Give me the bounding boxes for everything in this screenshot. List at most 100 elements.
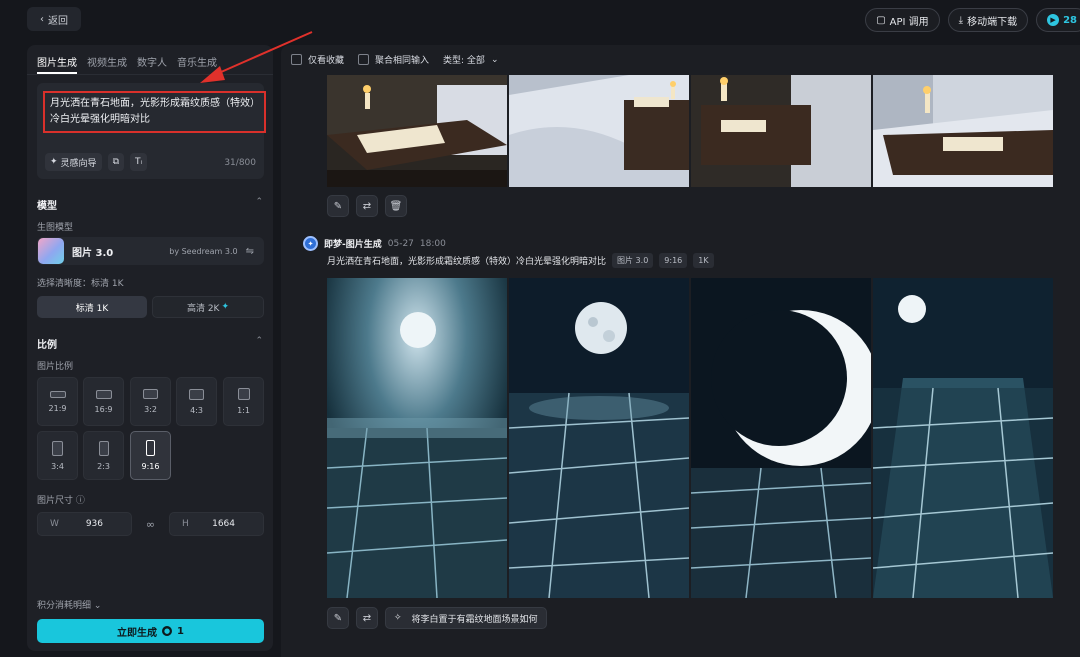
inspire-label: 灵感向导: [60, 158, 97, 169]
width-key: W: [50, 519, 59, 529]
type-filter[interactable]: 类型: 全部 ⌄: [443, 53, 498, 67]
height-key: H: [182, 519, 189, 529]
tab-digital-human[interactable]: 数字人: [137, 54, 167, 74]
result-image[interactable]: [873, 75, 1053, 187]
resolution-2k-label: 高清 2K: [186, 303, 220, 314]
ratio-label: 1:1: [237, 406, 250, 415]
result-image[interactable]: [327, 278, 507, 598]
ratio-shape-icon: [52, 440, 63, 456]
tab-video[interactable]: 视频生成: [87, 54, 127, 74]
delete-icon[interactable]: 🗑: [385, 195, 407, 217]
generation-panel: 图片生成 视频生成 数字人 音乐生成 月光洒在青石地面，光影形成霜纹质感（特效）…: [27, 45, 273, 651]
sparkle-icon: ✦: [50, 157, 58, 167]
back-button[interactable]: ‹ 返回: [27, 7, 81, 31]
generate-button[interactable]: 立即生成 ● 1: [37, 619, 264, 643]
generate-label: 立即生成: [117, 627, 158, 639]
ratio-21-9[interactable]: 21:9: [37, 377, 78, 426]
width-field[interactable]: W 936: [37, 512, 132, 536]
resolution-1k-button[interactable]: 标清 1K: [37, 296, 147, 318]
edit-icon[interactable]: ✎: [327, 195, 349, 217]
credit-coin-icon: ▶: [1047, 14, 1060, 26]
model-tag: 图片 3.0: [612, 253, 654, 268]
ratio-shape-icon: [49, 390, 66, 398]
ratio-tag: 9:16: [659, 253, 688, 268]
sliders-icon[interactable]: ⇋: [246, 246, 254, 257]
credit-detail-label: 积分消耗明细: [37, 601, 92, 611]
link-icon[interactable]: ∞: [132, 518, 169, 531]
ratio-label: 21:9: [48, 403, 67, 413]
ratio-4-3[interactable]: 4:3: [176, 377, 217, 426]
ratio-9-16[interactable]: 9:16: [130, 431, 171, 480]
api-button[interactable]: ▢ API 调用: [865, 8, 940, 32]
reference-image-button[interactable]: ⧉: [107, 153, 124, 171]
filter-bar: 仅看收藏 聚合相同输入 类型: 全部 ⌄: [291, 53, 498, 66]
result-image[interactable]: [691, 278, 871, 598]
prompt-text[interactable]: 月光洒在青石地面，光影形成霜纹质感（特效）冷白光晕强化明暗对比: [43, 91, 266, 133]
credits-count: 28: [1063, 14, 1077, 26]
resolution-tag: 1K: [693, 253, 714, 268]
ratio-2-3[interactable]: 2:3: [83, 431, 124, 480]
ratio-16-9[interactable]: 16:9: [83, 377, 124, 426]
previous-actions: ✎ ⇄ 🗑: [327, 195, 407, 217]
chat-icon: ▢: [876, 14, 886, 26]
magic-wand-icon: ✧: [394, 613, 402, 623]
chevron-left-icon: ‹: [40, 13, 44, 25]
type-label: 类型: 全部: [443, 56, 485, 66]
inspire-button[interactable]: ✦ 灵感向导: [45, 153, 102, 171]
results-area: 仅看收藏 聚合相同输入 类型: 全部 ⌄ ✎ ⇄ 🗑 ✦ 即梦-图片生成 05-…: [281, 45, 1080, 657]
resolution-1k-label: 标清 1K: [75, 303, 109, 314]
result-image[interactable]: [691, 75, 871, 187]
ratio-3-2[interactable]: 3:2: [130, 377, 171, 426]
edit-icon[interactable]: ✎: [327, 607, 349, 629]
ratio-label: 3:2: [144, 405, 157, 414]
ratio-shape-icon: [95, 389, 112, 399]
download-label: 移动端下载: [967, 16, 1018, 28]
ratio-label: 9:16: [141, 462, 160, 471]
ratio-label: 4:3: [190, 405, 203, 415]
ratio-shape-icon: [146, 440, 155, 456]
regenerate-icon[interactable]: ⇄: [356, 195, 378, 217]
favorites-filter[interactable]: 仅看收藏: [291, 53, 344, 66]
suggestion-button[interactable]: ✧ 将李白置于有霜纹地面场景如何: [385, 607, 547, 629]
result-image[interactable]: [509, 75, 689, 187]
char-count: 31/800: [224, 158, 256, 168]
ratio-3-4[interactable]: 3:4: [37, 431, 78, 480]
ratio-label: 3:4: [51, 461, 64, 471]
resolution-2k-button[interactable]: 高清 2K ✦: [152, 296, 264, 318]
back-label: 返回: [48, 15, 68, 27]
resolution-options: 标清 1K 高清 2K ✦: [37, 296, 264, 318]
result-image[interactable]: [327, 75, 507, 187]
generation-header: ✦ 即梦-图片生成 05-27 18:00: [303, 236, 446, 251]
prompt-input[interactable]: 月光洒在青石地面，光影形成霜纹质感（特效）冷白光晕强化明暗对比 ✦ 灵感向导 ⧉…: [37, 83, 266, 179]
height-field[interactable]: H 1664: [169, 512, 264, 536]
regenerate-icon[interactable]: ⇄: [356, 607, 378, 629]
text-format-button[interactable]: Tᵢ: [130, 153, 148, 171]
checkbox[interactable]: [358, 54, 370, 65]
checkbox[interactable]: [291, 54, 302, 65]
download-button[interactable]: ⤓ 移动端下载: [947, 8, 1029, 32]
result-image[interactable]: [509, 278, 689, 598]
size-label: 图片尺寸 ⓘ: [37, 493, 85, 506]
result-image[interactable]: [873, 278, 1053, 598]
ratio-shape-icon: [237, 388, 250, 400]
model-selector[interactable]: 图片 3.0 by Seedream 3.0 ⇋: [37, 237, 264, 265]
ratio-label: 16:9: [94, 404, 113, 414]
chevron-up-icon[interactable]: ⌃: [255, 197, 263, 207]
generate-cost: 1: [177, 625, 184, 637]
tab-image[interactable]: 图片生成: [37, 54, 77, 74]
ratio-shape-icon: [98, 440, 109, 456]
model-sub-label: 生图模型: [37, 223, 74, 233]
generation-time: 18:00: [419, 238, 446, 249]
generation-prompt[interactable]: 月光洒在青石地面，光影形成霜纹质感（特效）冷白光晕强化明暗对比: [327, 254, 606, 267]
credit-detail-toggle[interactable]: 积分消耗明细 ⌄: [37, 598, 101, 611]
info-icon[interactable]: ⓘ: [76, 496, 85, 506]
chevron-up-icon[interactable]: ⌃: [255, 336, 263, 346]
model-thumbnail: [38, 238, 64, 264]
height-value: 1664: [212, 519, 235, 529]
credits-button[interactable]: ▶ 28: [1036, 8, 1080, 32]
ratio-sub-label: 图片比例: [37, 362, 74, 372]
merge-filter[interactable]: 聚合相同输入: [358, 53, 429, 66]
ratio-1-1[interactable]: 1:1: [223, 377, 264, 426]
suggestion-label: 将李白置于有霜纹地面场景如何: [411, 614, 538, 625]
size-label-text: 图片尺寸: [37, 496, 74, 506]
